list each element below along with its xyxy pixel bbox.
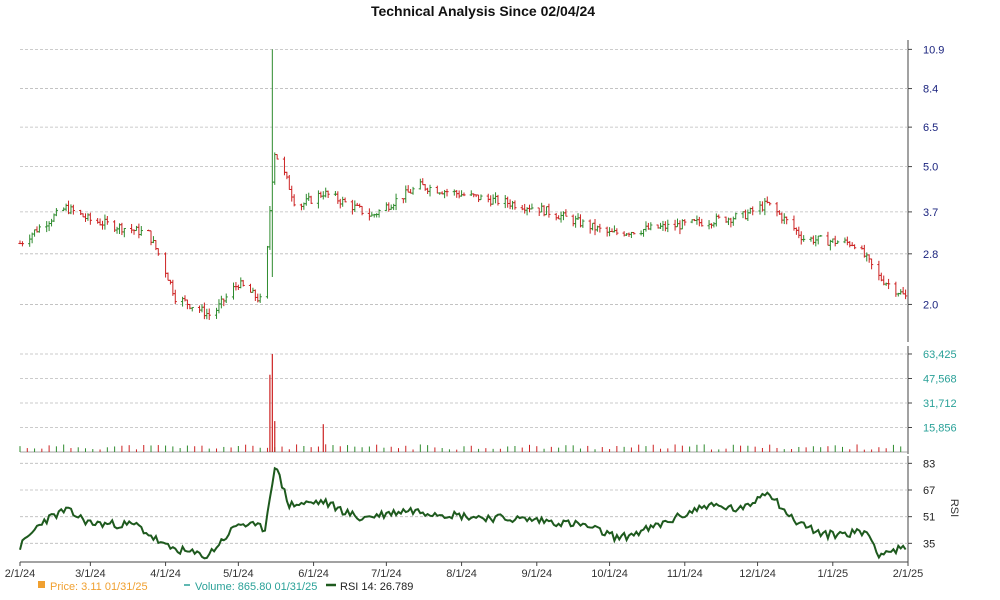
volume-tick-label: 63,425 (923, 349, 957, 361)
price-tick-label: 5.0 (923, 162, 938, 174)
x-tick-label: 10/1/24 (591, 568, 628, 580)
legend-volume-label: Volume: 865.80 01/31/25 (195, 581, 317, 593)
volume-tick-label: 31,712 (923, 398, 957, 410)
x-axis: 2/1/24 3/1/24 4/1/24 5/1/24 6/1/24 7/1/24 8/1/… (5, 561, 924, 580)
rsi-tick-label: 67 (923, 485, 935, 497)
chart-title: Technical Analysis Since 02/04/24 (371, 3, 595, 19)
price-tick-label: 8.4 (923, 84, 938, 96)
x-tick-label: 2/1/24 (5, 568, 36, 580)
x-tick-label: 5/1/24 (223, 568, 254, 580)
price-tick-label: 2.0 (923, 299, 938, 311)
legend: Price: 3.11 01/31/25 Volume: 865.80 01/3… (38, 581, 413, 593)
price-tick-label: 6.5 (923, 122, 938, 134)
price-plot-area (20, 40, 908, 340)
volume-panel: 63,425 47,568 31,712 15,856 (19, 346, 957, 454)
legend-price-label: Price: 3.11 01/31/25 (50, 581, 148, 593)
legend-price-swatch (38, 581, 45, 588)
volume-tick-label: 47,568 (923, 373, 957, 385)
rsi-panel: 83 67 51 35 RSI (19, 456, 960, 562)
x-tick-label: 8/1/24 (446, 568, 477, 580)
x-tick-label: 4/1/24 (150, 568, 181, 580)
price-tick-label: 2.8 (923, 249, 938, 261)
x-tick-label: 12/1/24 (739, 568, 776, 580)
rsi-line (19, 466, 907, 560)
rsi-tick-label: 83 (923, 458, 935, 470)
x-tick-label: 7/1/24 (371, 568, 402, 580)
legend-rsi-label: RSI 14: 26.789 (340, 581, 413, 593)
rsi-tick-label: 51 (923, 512, 935, 524)
x-tick-label: 6/1/24 (298, 568, 329, 580)
x-tick-label: 1/1/25 (817, 568, 848, 580)
volume-tick-label: 15,856 (923, 422, 957, 434)
stock-chart: Technical Analysis Since 02/04/24 10.9 8.… (5, 3, 960, 593)
rsi-tick-label: 35 (923, 538, 935, 550)
price-tick-label: 3.7 (923, 207, 938, 219)
x-tick-label: 3/1/24 (75, 568, 106, 580)
x-tick-label: 2/1/25 (893, 568, 924, 580)
x-tick-label: 11/1/24 (667, 568, 703, 580)
price-panel: 10.9 8.4 6.5 5.0 3.7 2.8 2.0 (18, 40, 944, 342)
rsi-axis-label: RSI (948, 499, 960, 517)
x-tick-label: 9/1/24 (521, 568, 552, 580)
price-tick-label: 10.9 (923, 44, 944, 56)
